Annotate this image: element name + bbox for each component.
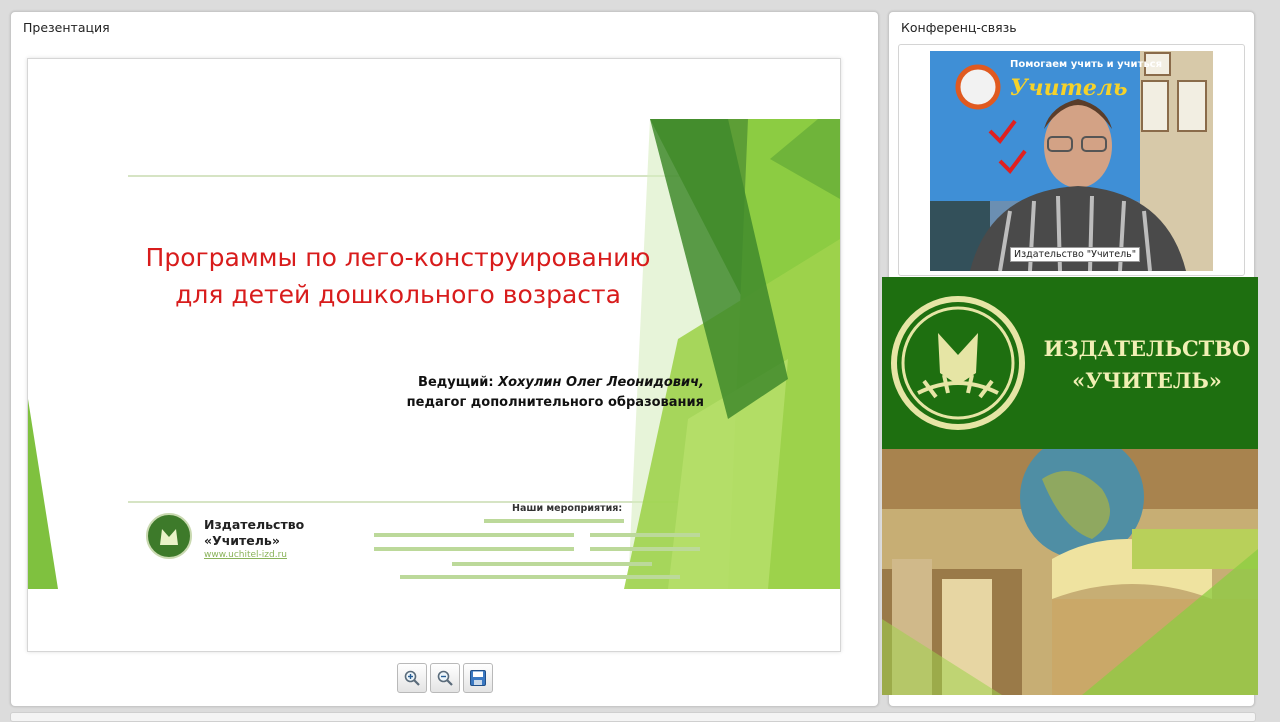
banner-books-image bbox=[882, 449, 1258, 695]
banner-title: ИЗДАТЕЛЬСТВО «УЧИТЕЛЬ» bbox=[1042, 333, 1252, 397]
events-list-blurred bbox=[374, 519, 700, 579]
slide-title-line-1: Программы по лего-конструированию bbox=[145, 243, 651, 272]
publisher-line-2: «Учитель» bbox=[204, 533, 280, 548]
banner-logo-icon bbox=[891, 296, 1025, 430]
presenter-info: Ведущий: Хохулин Олег Леонидович, педаго… bbox=[407, 373, 704, 413]
presentation-panel-title: Презентация bbox=[23, 20, 110, 35]
zoom-out-button[interactable] bbox=[430, 663, 460, 693]
zoom-in-icon bbox=[404, 670, 420, 686]
publisher-line-1: Издательство bbox=[204, 517, 305, 532]
video-stream[interactable]: Помогаем учить и учиться Учитель bbox=[930, 51, 1213, 271]
publisher-name: Издательство «Учитель» bbox=[204, 517, 304, 549]
bottom-scrollbar[interactable] bbox=[10, 712, 1256, 722]
video-sign-line-2: Учитель bbox=[1010, 75, 1127, 101]
banner-header: ИЗДАТЕЛЬСТВО «УЧИТЕЛЬ» bbox=[882, 277, 1258, 449]
video-participant-label: Издательство "Учитель" bbox=[1010, 247, 1141, 262]
slide-title: Программы по лего-конструированию для де… bbox=[98, 239, 698, 313]
presenter-label: Ведущий: bbox=[418, 375, 494, 390]
banner-title-line-2: «УЧИТЕЛЬ» bbox=[1072, 368, 1222, 393]
slide-title-line-2: для детей дошкольного возраста bbox=[175, 280, 621, 309]
save-button[interactable] bbox=[463, 663, 493, 693]
publisher-url-link[interactable]: www.uchitel-izd.ru bbox=[204, 550, 287, 560]
video-sign-line-1: Помогаем учить и учиться bbox=[1010, 59, 1162, 70]
conference-panel-title: Конференц-связь bbox=[901, 20, 1017, 35]
banner-title-line-1: ИЗДАТЕЛЬСТВО bbox=[1043, 336, 1251, 361]
save-icon bbox=[470, 670, 486, 686]
video-image: Помогаем учить и учиться Учитель bbox=[930, 51, 1213, 271]
zoom-in-button[interactable] bbox=[397, 663, 427, 693]
zoom-out-icon bbox=[437, 670, 453, 686]
presentation-panel: Презентация Программы по лего-конструиро… bbox=[10, 11, 879, 707]
events-title: Наши мероприятия: bbox=[512, 503, 623, 514]
publisher-logo-icon bbox=[146, 513, 192, 559]
publisher-banner: ИЗДАТЕЛЬСТВО «УЧИТЕЛЬ» bbox=[882, 277, 1258, 695]
presenter-role: педагог дополнительного образования bbox=[406, 395, 704, 410]
presentation-toolbar bbox=[397, 663, 493, 693]
presentation-slide: Программы по лего-конструированию для де… bbox=[27, 58, 841, 652]
presenter-name: Хохулин Олег Леонидович, bbox=[498, 375, 704, 390]
